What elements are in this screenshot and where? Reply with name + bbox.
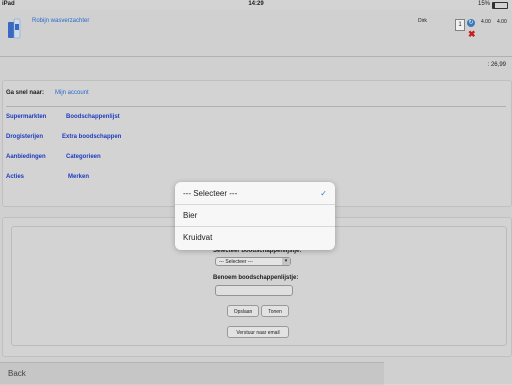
- list-select-value: --- Selecteer ---: [219, 259, 253, 265]
- save-button[interactable]: Opslaan: [227, 305, 259, 317]
- name-list-label: Benoem boodschappenlijstje:: [213, 275, 299, 281]
- nav-link-drogisterijen[interactable]: Drogisterijen: [6, 134, 43, 140]
- option-bier[interactable]: Bier: [175, 205, 335, 227]
- quick-nav-label: Ga snel naar:: [6, 90, 45, 96]
- battery-percent: 15%: [477, 1, 490, 7]
- delete-icon[interactable]: ✖: [468, 29, 476, 40]
- divider: [0, 56, 512, 57]
- nav-link-supermarkten[interactable]: Supermarkten: [6, 114, 46, 120]
- option-selecteer[interactable]: --- Selecteer --- ✓: [175, 183, 335, 205]
- status-bar: iPad 14:29 15%: [0, 0, 512, 10]
- clock: 14:29: [248, 1, 264, 7]
- back-bar[interactable]: Back: [0, 362, 384, 385]
- order-total: : 26,99: [487, 62, 506, 68]
- option-label: Bier: [183, 211, 198, 220]
- nav-link-categorieen[interactable]: Categorieen: [66, 154, 101, 160]
- list-select[interactable]: --- Selecteer --- ▾: [215, 257, 291, 266]
- list-name-input[interactable]: [215, 285, 293, 296]
- back-button[interactable]: Back: [8, 369, 26, 378]
- nav-link-acties[interactable]: Acties: [6, 174, 24, 180]
- send-email-button[interactable]: Verstuur naar email: [227, 326, 289, 338]
- nav-link-boodschappenlijst[interactable]: Boodschappenlijst: [66, 114, 120, 120]
- select-popover: --- Selecteer --- ✓ Bier Kruidvat: [175, 182, 335, 250]
- product-thumbnail: [8, 18, 21, 39]
- battery-icon: [492, 2, 508, 9]
- product-name[interactable]: Robijn wasverzachter: [32, 18, 89, 24]
- total-price: 4.00: [497, 19, 507, 25]
- option-kruidvat[interactable]: Kruidvat: [175, 227, 335, 249]
- checkmark-icon: ✓: [320, 189, 327, 198]
- refresh-icon[interactable]: ↻: [467, 19, 475, 27]
- product-store: Dirk: [418, 18, 427, 24]
- option-label: Kruidvat: [183, 233, 213, 242]
- option-label: --- Selecteer ---: [183, 189, 238, 198]
- product-row: Robijn wasverzachter Dirk 1 ↻ 4.00 4.00 …: [0, 10, 512, 56]
- nav-link-merken[interactable]: Merken: [68, 174, 89, 180]
- my-account-link[interactable]: Mijn account: [55, 90, 89, 96]
- chevron-down-icon: ▾: [282, 258, 290, 265]
- unit-price: 4.00: [481, 19, 491, 25]
- show-button[interactable]: Tonen: [261, 305, 289, 317]
- quantity-field[interactable]: 1: [455, 19, 465, 31]
- divider: [6, 106, 506, 107]
- nav-link-aanbiedingen[interactable]: Aanbiedingen: [6, 154, 46, 160]
- nav-link-extra-boodschappen[interactable]: Extra boodschappen: [62, 134, 121, 140]
